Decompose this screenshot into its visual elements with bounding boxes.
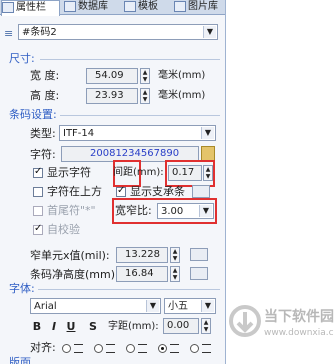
width-label: 宽 度: (30, 69, 60, 82)
barcode-settings-icon[interactable] (190, 248, 208, 261)
italic-button[interactable]: I (47, 320, 61, 334)
spacing-field[interactable]: 0.17 (168, 165, 202, 181)
head-tail-label: 首尾符"*" (47, 204, 96, 217)
font-spacing-label: 字距(mm): (108, 321, 159, 332)
head-tail-checkbox[interactable] (33, 206, 43, 216)
align-justify-radio[interactable] (158, 344, 167, 353)
database-icon (64, 0, 76, 12)
font-spacing-field[interactable]: 0.00 (163, 318, 199, 334)
align-left-radio[interactable] (62, 344, 71, 353)
section-divider (40, 59, 220, 60)
align-distribute-icon (202, 344, 211, 353)
auto-check-checkbox[interactable] (33, 223, 43, 235)
align-center-radio[interactable] (94, 344, 103, 353)
tab-image-library[interactable]: 图片库 (174, 0, 225, 14)
chars-label: 字符: (30, 148, 56, 161)
barcode-type-select[interactable]: ITF-14 ▼ (59, 125, 216, 141)
chars-above-label: 字符在上方 (47, 185, 102, 198)
watermark-logo-icon (229, 305, 261, 337)
layers-icon: ≡ (4, 27, 14, 40)
narrow-x-field[interactable]: 13.228 (116, 247, 168, 263)
show-chars-checkbox[interactable] (33, 166, 43, 178)
layout-section-title: 版面 (9, 356, 31, 364)
spacing-stepper[interactable]: ▲ ▼ (203, 165, 213, 181)
narrow-x-label: 窄单元x值(mil): (30, 249, 110, 262)
size-section-title: 尺寸: (9, 52, 35, 65)
hand-picker-icon[interactable] (201, 146, 215, 161)
ratio-label: 宽窄比: (115, 204, 152, 217)
narrow-x-stepper[interactable]: ▲ ▼ (170, 247, 180, 263)
quiet-zone-label: 条码净高度(mm): (30, 268, 119, 281)
font-family-select[interactable]: Arial ▼ (30, 298, 161, 314)
type-label: 类型: (30, 127, 56, 140)
show-chars-label: 显示字符 (47, 166, 91, 179)
ratio-select[interactable]: 3.00 ▼ (157, 203, 214, 219)
section-divider (60, 115, 220, 116)
bearer-style-icon[interactable] (192, 185, 210, 198)
width-unit: 毫米(mm) (158, 70, 206, 81)
properties-panel: 属性栏 数据库 模板 图片库 ≡ #条码2 ▼ 尺寸: 宽 度: 54.09 ▲… (0, 0, 226, 364)
bold-button[interactable]: B (30, 320, 44, 334)
font-section-title: 字体: (9, 282, 35, 295)
height-stepper[interactable]: ▲ ▼ (140, 88, 150, 104)
properties-tab-icon (2, 1, 14, 13)
chevron-down-icon[interactable]: ▼ (203, 26, 216, 38)
object-select[interactable]: #条码2 ▼ (18, 24, 218, 40)
align-right-icon (138, 344, 147, 353)
watermark: 当下软件园 www.downxia.com (224, 294, 334, 364)
chevron-down-icon[interactable]: ▼ (201, 127, 214, 139)
width-field[interactable]: 54.09 (86, 68, 138, 84)
template-icon (124, 0, 136, 12)
chars-above-checkbox[interactable] (33, 187, 43, 197)
align-distribute-radio[interactable] (190, 344, 199, 353)
tab-templates[interactable]: 模板 (124, 0, 168, 14)
tab-database[interactable]: 数据库 (64, 0, 118, 14)
align-right-radio[interactable] (126, 344, 135, 353)
tab-properties[interactable]: 属性栏 (1, 0, 60, 16)
font-size-select[interactable]: 小五 ▼ (164, 298, 216, 314)
barcode-section-title: 条码设置: (9, 108, 57, 121)
show-bearer-label: 显示支承条 (130, 185, 185, 198)
quiet-zone-icon[interactable] (190, 267, 208, 280)
height-field[interactable]: 23.93 (86, 88, 138, 104)
section-divider (38, 289, 220, 290)
quiet-zone-field[interactable]: 16.84 (116, 266, 168, 282)
quiet-zone-stepper[interactable]: ▲ ▼ (170, 266, 180, 282)
font-spacing-stepper[interactable]: ▲ ▼ (201, 318, 211, 334)
align-center-icon (106, 344, 115, 353)
watermark-title: 当下软件园 (264, 309, 334, 325)
height-unit: 毫米(mm) (158, 90, 206, 101)
align-left-icon (74, 344, 83, 353)
underline-button[interactable]: U (64, 320, 78, 334)
align-justify-icon (170, 344, 179, 353)
watermark-url: www.downxia.com (264, 328, 334, 338)
chevron-down-icon[interactable]: ▼ (146, 300, 159, 312)
height-label: 高 度: (30, 89, 60, 102)
auto-check-label: 自校验 (47, 223, 80, 236)
image-library-icon (174, 0, 186, 12)
chevron-down-icon[interactable]: ▼ (201, 300, 214, 312)
show-bearer-checkbox[interactable] (116, 185, 126, 197)
width-stepper[interactable]: ▲ ▼ (140, 68, 150, 84)
chevron-down-icon[interactable]: ▼ (199, 205, 212, 217)
tab-strip: 属性栏 数据库 模板 图片库 (0, 0, 225, 16)
align-label: 对齐: (30, 341, 56, 354)
strikethrough-button[interactable]: S (86, 320, 100, 334)
spacing-label: 间距(mm): (113, 167, 164, 178)
